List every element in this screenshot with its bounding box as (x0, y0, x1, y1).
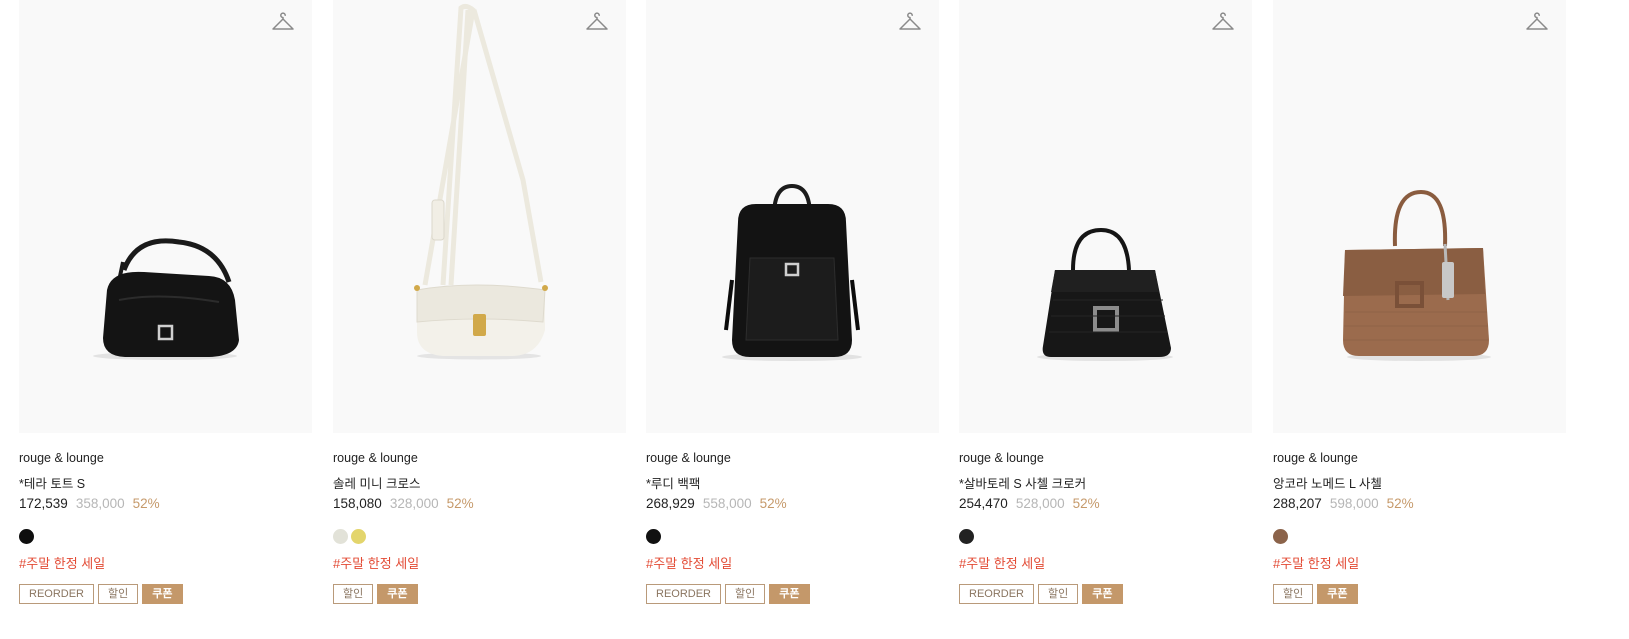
product-brand[interactable]: rouge & lounge (333, 451, 418, 465)
price-row: 254,470 528,000 52% (959, 496, 1100, 511)
reorder-badge: REORDER (646, 584, 722, 604)
product-card[interactable]: rouge & lounge *루디 백팩 268,929 558,000 52% … (646, 0, 939, 604)
color-swatch[interactable] (1273, 529, 1288, 544)
product-card[interactable]: rouge & lounge *테라 토트 S 172,539 358,000 52… (19, 0, 312, 604)
brown-woven-satchel-image (1343, 189, 1491, 361)
color-swatches (333, 529, 366, 544)
coupon-badge: 쿠폰 (377, 584, 418, 604)
black-croc-satchel-image (1037, 227, 1173, 361)
price-row: 288,207 598,000 52% (1273, 496, 1414, 511)
hanger-icon[interactable] (585, 12, 609, 34)
promo-tag[interactable]: #주말 한정 세일 (959, 553, 1045, 572)
hanger-icon[interactable] (1525, 12, 1549, 34)
discount-badge: 할인 (1038, 584, 1079, 604)
color-swatch[interactable] (19, 529, 34, 544)
price-row: 172,539 358,000 52% (19, 496, 160, 511)
original-price: 598,000 (1329, 496, 1379, 511)
product-image[interactable] (646, 0, 939, 433)
product-image[interactable] (1273, 0, 1566, 433)
original-price: 528,000 (1015, 496, 1065, 511)
discount-rate: 52% (446, 496, 474, 511)
product-brand[interactable]: rouge & lounge (1273, 451, 1358, 465)
coupon-badge: 쿠폰 (1082, 584, 1123, 604)
sale-price: 268,929 (646, 496, 695, 511)
product-name[interactable]: 앙코라 노메드 L 사첼 (1273, 473, 1382, 492)
product-image[interactable] (19, 0, 312, 433)
sale-price: 172,539 (19, 496, 68, 511)
sale-price: 158,080 (333, 496, 382, 511)
badge-row: 할인 쿠폰 (333, 584, 418, 604)
product-card[interactable]: rouge & lounge 솔레 미니 크로스 158,080 328,000 5… (333, 0, 626, 604)
product-name[interactable]: 솔레 미니 크로스 (333, 473, 420, 492)
coupon-badge: 쿠폰 (1317, 584, 1358, 604)
color-swatches (19, 529, 34, 544)
badge-row: REORDER 할인 쿠폰 (646, 584, 810, 604)
promo-tag[interactable]: #주말 한정 세일 (1273, 553, 1359, 572)
reorder-badge: REORDER (19, 584, 95, 604)
original-price: 358,000 (75, 496, 125, 511)
discount-badge: 할인 (333, 584, 374, 604)
badge-row: REORDER 할인 쿠폰 (19, 584, 183, 604)
product-image[interactable] (333, 0, 626, 433)
discount-badge: 할인 (725, 584, 766, 604)
promo-tag[interactable]: #주말 한정 세일 (19, 553, 105, 572)
coupon-badge: 쿠폰 (142, 584, 183, 604)
badge-row: REORDER 할인 쿠폰 (959, 584, 1123, 604)
original-price: 328,000 (389, 496, 439, 511)
product-name[interactable]: *테라 토트 S (19, 473, 85, 492)
original-price: 558,000 (702, 496, 752, 511)
price-row: 268,929 558,000 52% (646, 496, 787, 511)
color-swatches (646, 529, 661, 544)
promo-tag[interactable]: #주말 한정 세일 (333, 553, 419, 572)
black-backpack-image (722, 183, 862, 361)
color-swatches (1273, 529, 1288, 544)
product-image[interactable] (959, 0, 1252, 433)
color-swatch[interactable] (351, 529, 366, 544)
color-swatch[interactable] (333, 529, 348, 544)
discount-rate: 52% (132, 496, 160, 511)
reorder-badge: REORDER (959, 584, 1035, 604)
hanger-icon[interactable] (898, 12, 922, 34)
discount-rate: 52% (759, 496, 787, 511)
product-name[interactable]: *루디 백팩 (646, 473, 700, 492)
product-card[interactable]: rouge & lounge 앙코라 노메드 L 사첼 288,207 598,0… (1273, 0, 1566, 604)
hanger-icon[interactable] (271, 12, 295, 34)
hanger-icon[interactable] (1211, 12, 1235, 34)
product-brand[interactable]: rouge & lounge (19, 451, 104, 465)
discount-rate: 52% (1386, 496, 1414, 511)
badge-row: 할인 쿠폰 (1273, 584, 1358, 604)
ivory-crossbody-bag-image (414, 3, 548, 360)
product-name[interactable]: *살바토레 S 사첼 크로커 (959, 473, 1086, 492)
color-swatch[interactable] (959, 529, 974, 544)
color-swatch[interactable] (646, 529, 661, 544)
sale-price: 288,207 (1273, 496, 1322, 511)
product-card[interactable]: rouge & lounge *살바토레 S 사첼 크로커 254,470 528… (959, 0, 1252, 604)
sale-price: 254,470 (959, 496, 1008, 511)
promo-tag[interactable]: #주말 한정 세일 (646, 553, 732, 572)
discount-badge: 할인 (98, 584, 139, 604)
discount-badge: 할인 (1273, 584, 1314, 604)
product-grid: rouge & lounge *테라 토트 S 172,539 358,000 52… (0, 0, 1629, 639)
product-brand[interactable]: rouge & lounge (646, 451, 731, 465)
color-swatches (959, 529, 974, 544)
product-brand[interactable]: rouge & lounge (959, 451, 1044, 465)
black-shoulder-bag-image (93, 238, 239, 360)
price-row: 158,080 328,000 52% (333, 496, 474, 511)
discount-rate: 52% (1072, 496, 1100, 511)
coupon-badge: 쿠폰 (769, 584, 810, 604)
